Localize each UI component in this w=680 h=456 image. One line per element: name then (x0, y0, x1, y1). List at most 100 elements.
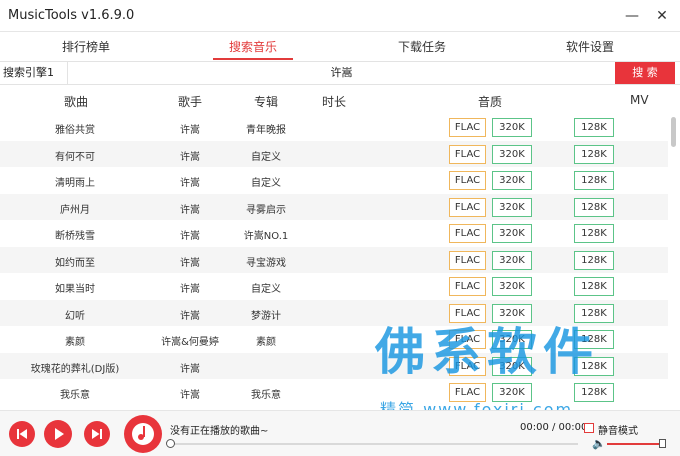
song-album: 自定义 (251, 178, 281, 189)
music-note-icon (132, 423, 154, 445)
quality-flac-button[interactable]: FLAC (449, 144, 486, 164)
close-button[interactable]: ✕ (652, 6, 672, 26)
quality-128k-button[interactable]: 128K (574, 250, 614, 270)
quality-320k-button[interactable]: 320K (492, 171, 532, 190)
song-artist: 许嵩&何曼婷 (161, 337, 219, 348)
song-album: 梦游计 (251, 310, 281, 322)
song-album: 青年晚报 (246, 125, 286, 136)
skip-next-icon (92, 429, 102, 439)
volume-slider[interactable] (607, 443, 663, 445)
quality-flac-button[interactable]: FLAC (449, 197, 486, 217)
song-album: 寻雾启示 (246, 204, 286, 216)
playback-time: 00:00 / 00:00 (520, 422, 588, 433)
main-tabs: 排行榜单 搜索音乐 下载任务 软件设置 (0, 32, 680, 60)
song-artist: 许嵩 (180, 390, 200, 401)
song-artist: 许嵩 (180, 231, 200, 242)
search-engine-select[interactable]: 搜索引擎1 (0, 62, 68, 84)
quality-flac-button[interactable]: FLAC (449, 250, 486, 270)
table-row[interactable]: 清明雨上 许嵩 自定义 FLAC 320K 128K (0, 167, 668, 194)
song-album: 自定义 (251, 284, 281, 295)
volume-icon: 🔈 (592, 437, 606, 450)
table-row[interactable]: 庐州月 许嵩 寻雾启示 FLAC 320K 128K (0, 193, 668, 220)
quality-128k-button[interactable]: 128K (574, 224, 614, 243)
quality-320k-button[interactable]: 320K (492, 144, 532, 164)
quality-flac-button[interactable]: FLAC (449, 171, 486, 190)
song-album: 素颜 (256, 337, 276, 348)
song-title: 断桥残雪 (55, 231, 95, 242)
play-icon (55, 428, 64, 440)
song-artist: 许嵩 (180, 363, 200, 375)
next-button[interactable] (84, 421, 110, 447)
volume-handle[interactable] (659, 439, 666, 448)
song-title: 玫瑰花的葬礼(DJ版) (30, 363, 120, 375)
column-mv: MV (630, 93, 649, 107)
play-button[interactable] (44, 420, 72, 448)
table-row[interactable]: 如果当时 许嵩 自定义 FLAC 320K 128K (0, 273, 668, 300)
song-title: 清明雨上 (55, 178, 95, 189)
song-title: 如果当时 (55, 284, 95, 295)
table-row[interactable]: 如约而至 许嵩 寻宝游戏 FLAC 320K 128K (0, 246, 668, 273)
scrollbar-thumb[interactable] (671, 117, 676, 147)
column-album: 专辑 (254, 95, 279, 109)
previous-button[interactable] (9, 421, 35, 447)
song-album: 我乐意 (251, 390, 281, 401)
quality-128k-button[interactable]: 128K (574, 144, 614, 164)
column-duration: 时长 (322, 95, 347, 109)
quality-flac-button[interactable]: FLAC (449, 118, 486, 137)
quality-320k-button[interactable]: 320K (492, 250, 532, 270)
song-artist: 许嵩 (180, 178, 200, 189)
column-artist: 歌手 (178, 95, 203, 109)
table-row[interactable]: 雅俗共赏 许嵩 青年晚报 FLAC 320K 128K (0, 114, 668, 141)
quality-flac-button[interactable]: FLAC (449, 224, 486, 243)
quality-320k-button[interactable]: 320K (492, 224, 532, 243)
tab-charts[interactable]: 排行榜单 (62, 38, 110, 55)
title-bar: MusicTools v1.6.9.0 — ✕ (0, 0, 680, 32)
mute-checkbox[interactable] (584, 423, 594, 433)
now-playing-text: 没有正在播放的歌曲~ (170, 426, 269, 437)
table-header: 歌曲 歌手 专辑 时长 音质 MV (0, 86, 680, 114)
scrollbar[interactable] (668, 114, 680, 410)
active-tab-indicator (213, 58, 293, 60)
watermark-logo-text: 佛系软件 (375, 323, 599, 381)
column-quality: 音质 (478, 95, 503, 109)
progress-handle[interactable] (166, 439, 175, 448)
player-bar: 没有正在播放的歌曲~ 00:00 / 00:00 静音模式 🔈 (0, 410, 680, 456)
song-title: 幻听 (65, 310, 85, 322)
quality-320k-button[interactable]: 320K (492, 118, 532, 137)
window-title: MusicTools v1.6.9.0 (8, 8, 135, 23)
quality-128k-button[interactable]: 128K (574, 171, 614, 190)
quality-128k-button[interactable]: 128K (574, 197, 614, 217)
search-input[interactable]: 许嵩 (68, 62, 615, 84)
search-bar: 搜索引擎1 许嵩 搜 索 (0, 61, 680, 85)
quality-128k-button[interactable]: 128K (574, 277, 614, 296)
song-title: 庐州月 (60, 204, 90, 216)
quality-320k-button[interactable]: 320K (492, 197, 532, 217)
progress-bar[interactable] (170, 443, 578, 445)
quality-320k-button[interactable]: 320K (492, 277, 532, 296)
song-artist: 许嵩 (180, 310, 200, 322)
search-button[interactable]: 搜 索 (615, 62, 675, 84)
song-title: 雅俗共赏 (55, 125, 95, 136)
table-row[interactable]: 断桥残雪 许嵩 许嵩NO.1 FLAC 320K 128K (0, 220, 668, 247)
song-artist: 许嵩 (180, 284, 200, 295)
song-album: 寻宝游戏 (246, 257, 286, 269)
tab-search-music[interactable]: 搜索音乐 (229, 38, 277, 55)
mute-label: 静音模式 (598, 426, 638, 437)
song-album: 许嵩NO.1 (243, 231, 289, 242)
song-artist: 许嵩 (180, 125, 200, 136)
table-row[interactable]: 有何不可 许嵩 自定义 FLAC 320K 128K (0, 140, 668, 167)
song-title: 我乐意 (60, 390, 90, 401)
quality-flac-button[interactable]: FLAC (449, 277, 486, 296)
tab-settings[interactable]: 软件设置 (566, 38, 614, 55)
song-artist: 许嵩 (180, 257, 200, 269)
minimize-button[interactable]: — (622, 6, 642, 26)
song-title: 素颜 (65, 337, 85, 348)
song-album: 自定义 (251, 151, 281, 163)
song-title: 有何不可 (55, 151, 95, 163)
tab-downloads[interactable]: 下载任务 (398, 38, 446, 55)
quality-128k-button[interactable]: 128K (574, 118, 614, 137)
watermark: 佛系软件 精简 www.foxirj.com (375, 312, 665, 419)
song-artist: 许嵩 (180, 204, 200, 216)
column-song: 歌曲 (64, 95, 89, 109)
song-title: 如约而至 (55, 257, 95, 269)
